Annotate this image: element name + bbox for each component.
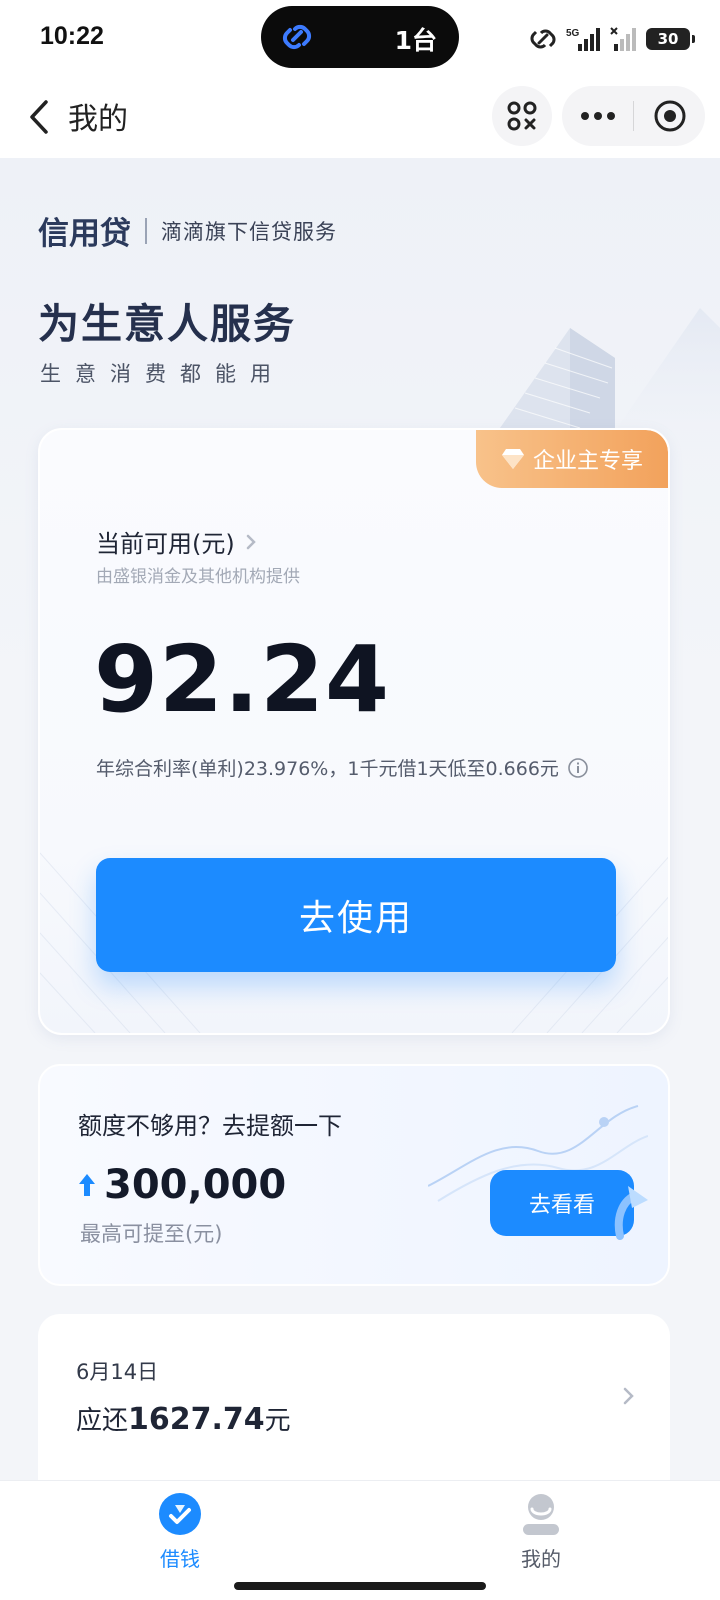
curved-arrow-icon bbox=[614, 1186, 648, 1240]
credit-limit-card: 企业主专享 当前可用(元) 由盛银消金及其他机构提供 92.24 年综合利率(单… bbox=[38, 428, 670, 1035]
repayment-amount: 1627.74 bbox=[128, 1402, 265, 1437]
use-button[interactable]: 去使用 bbox=[96, 858, 616, 972]
battery-icon: 30 bbox=[646, 28, 695, 50]
scan-button[interactable] bbox=[492, 86, 552, 146]
info-icon[interactable] bbox=[567, 757, 589, 779]
miniprogram-capsule bbox=[562, 86, 705, 146]
available-label: 当前可用(元) bbox=[96, 530, 235, 558]
brand-subtitle: 滴滴旗下信贷服务 bbox=[161, 219, 337, 244]
dynamic-island: 1台 bbox=[261, 6, 459, 68]
repayment-date: 6月14日 bbox=[76, 1360, 159, 1384]
main-content: 信用贷 滴滴旗下信贷服务 为生意人服务 生意消费都能用 企业主专享 当前可用(元… bbox=[0, 158, 720, 1480]
svg-text:5G: 5G bbox=[566, 28, 580, 39]
island-text: 1台 bbox=[394, 26, 437, 55]
hero-subtitle: 生意消费都能用 bbox=[40, 362, 285, 386]
vip-tag-label: 企业主专享 bbox=[532, 449, 643, 474]
increase-limit-card: 额度不够用？去提额一下 300,000 最高可提至(元) 去看看 bbox=[38, 1064, 670, 1286]
scan-icon bbox=[507, 101, 537, 131]
signal-weak-icon bbox=[610, 27, 636, 51]
borrow-icon bbox=[159, 1493, 201, 1535]
status-icons: 5G 30 bbox=[530, 24, 695, 54]
close-miniprogram-icon bbox=[654, 100, 685, 132]
limit-amount-row: 300,000 bbox=[78, 1162, 286, 1208]
status-bar: 10:22 1台 5G 30 bbox=[0, 0, 720, 76]
link-status-icon bbox=[530, 29, 556, 49]
close-miniprogram-button[interactable] bbox=[634, 86, 705, 146]
provider-note: 由盛银消金及其他机构提供 bbox=[96, 567, 300, 587]
battery-level: 30 bbox=[657, 30, 679, 48]
diamond-icon bbox=[501, 449, 524, 469]
limit-title: 额度不够用？去提额一下 bbox=[78, 1112, 342, 1140]
nav-bar: 我的 bbox=[0, 76, 720, 158]
more-icon bbox=[580, 112, 615, 120]
rate-text: 年综合利率(单利)23.976%，1千元借1天低至0.666元 bbox=[96, 758, 559, 780]
hero-title: 为生意人服务 bbox=[38, 300, 296, 348]
vip-tag: 企业主专享 bbox=[476, 430, 668, 488]
signal-5g-icon: 5G bbox=[566, 28, 600, 51]
repayment-prefix: 应还 bbox=[76, 1406, 129, 1436]
more-button[interactable] bbox=[562, 86, 633, 146]
link-icon bbox=[282, 24, 312, 50]
available-amount: 92.24 bbox=[94, 626, 391, 733]
chevron-right-icon bbox=[246, 534, 256, 549]
limit-amount: 300,000 bbox=[104, 1162, 287, 1208]
back-arrow-icon[interactable] bbox=[20, 92, 60, 142]
tab-mine[interactable]: 我的 bbox=[481, 1491, 601, 1581]
home-indicator bbox=[234, 1582, 486, 1590]
rate-row: 年综合利率(单利)23.976%，1千元借1天低至0.666元 bbox=[96, 754, 589, 781]
arrow-up-icon bbox=[79, 1174, 95, 1196]
brand-divider bbox=[145, 217, 147, 244]
chevron-right-icon bbox=[623, 1387, 634, 1405]
repayment-card[interactable]: 6月14日 应还 1627.74 元 bbox=[38, 1314, 670, 1480]
available-amount-link[interactable]: 当前可用(元) bbox=[96, 524, 259, 559]
brand-name: 信用贷 bbox=[38, 216, 131, 252]
limit-note: 最高可提至(元) bbox=[80, 1222, 223, 1246]
profile-icon bbox=[523, 1494, 559, 1535]
repayment-amount-row: 应还 1627.74 元 bbox=[76, 1400, 291, 1437]
status-time: 10:22 bbox=[40, 22, 104, 50]
tab-borrow-label: 借钱 bbox=[160, 1547, 200, 1571]
repayment-suffix: 元 bbox=[264, 1406, 291, 1436]
brand-row: 信用贷 滴滴旗下信贷服务 bbox=[38, 208, 337, 253]
page-title: 我的 bbox=[68, 102, 128, 137]
tab-mine-label: 我的 bbox=[521, 1547, 561, 1571]
tab-borrow[interactable]: 借钱 bbox=[120, 1491, 240, 1581]
